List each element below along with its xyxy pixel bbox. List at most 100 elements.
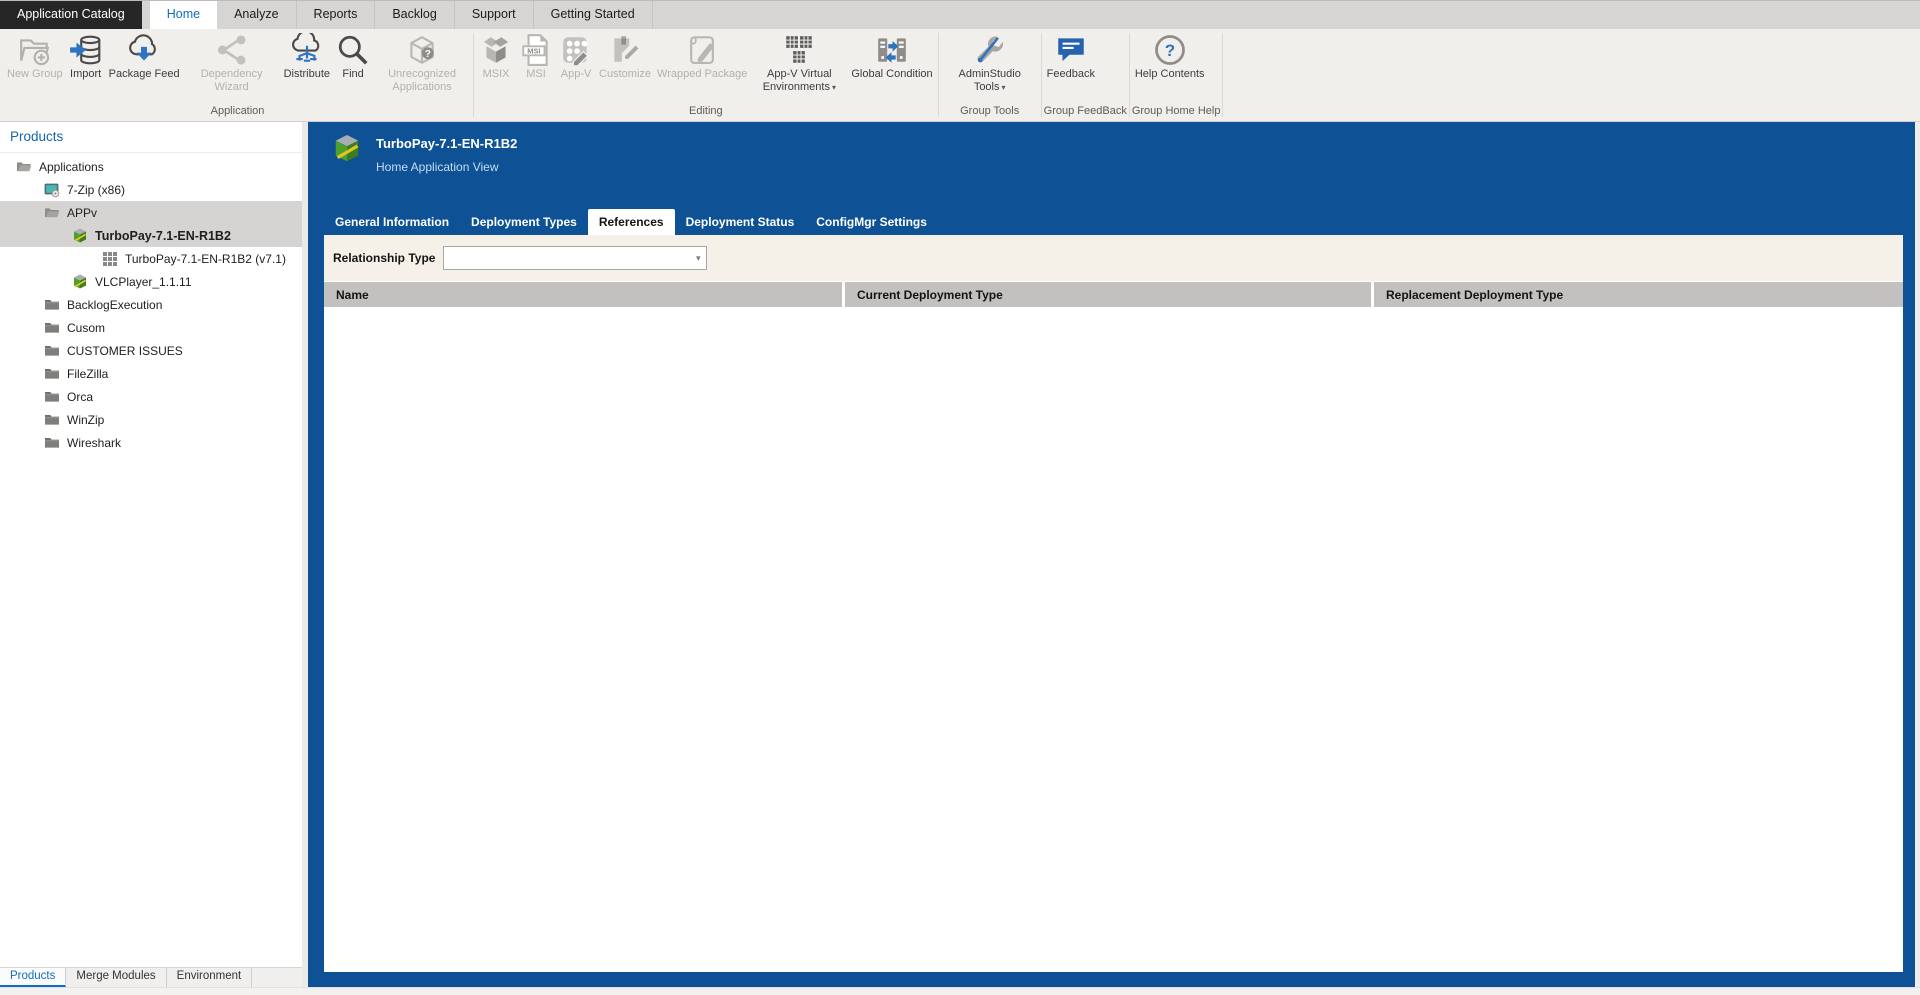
ribbon-button-feedback[interactable]: Feedback [1044,32,1098,81]
ribbon-group-group-feedback: FeedbackGroup FeedBack [1044,29,1127,121]
folder-closed-icon [44,343,60,359]
wrapped-package-icon [685,33,719,67]
view-tab-configmgr-settings[interactable]: ConfigMgr Settings [805,209,938,235]
tree-item-label: Orca [67,390,93,404]
tree-item-backlogexecution[interactable]: BacklogExecution [0,293,302,316]
view-tab-references[interactable]: References [588,209,675,235]
tree-item-label: TurboPay-7.1-EN-R1B2 (v7.1) [125,252,286,266]
menu-tab-bar: Application Catalog HomeAnalyzeReportsBac… [0,0,1920,29]
application-package-icon [332,134,362,164]
ribbon-group-separator [1129,33,1130,117]
tree-item-appv[interactable]: APPv [0,201,302,224]
ribbon-button-find[interactable]: Find [333,32,373,81]
ribbon-button-new-group: New Group [4,32,66,81]
ribbon-button-label: Unrecognized Applications [388,68,456,93]
ribbon-group-label: Group Home Help [1132,103,1221,121]
ribbon-button-app-v-virtual-environments[interactable]: App-V Virtual Environments▾ [750,32,848,94]
ribbon-button-package-feed[interactable]: Package Feed [106,32,183,81]
ribbon-group-separator [1222,33,1223,117]
ribbon-button-label: Wrapped Package [657,68,747,80]
menu-tab-support[interactable]: Support [455,1,534,29]
chevron-down-icon[interactable]: ▾ [696,253,707,264]
tree-item-vlcplayer-1-1-11[interactable]: VLCPlayer_1.1.11 [0,270,302,293]
tree-item-filezilla[interactable]: FileZilla [0,362,302,385]
tree-item-orca[interactable]: Orca [0,385,302,408]
folder-closed-icon [44,412,60,428]
grid-tiles-icon [102,251,118,267]
ribbon-group-label: Editing [476,103,936,121]
folder-open-icon [16,159,32,175]
ribbon-button-label: MSIX [483,68,510,80]
ribbon-button-label: Find [342,68,363,80]
ribbon-button-label: Global Condition [851,68,932,80]
relationship-type-combobox[interactable]: ▾ [443,246,707,270]
folder-closed-icon [44,389,60,405]
tree-item-cusom[interactable]: Cusom [0,316,302,339]
menu-tab-home[interactable]: Home [150,1,217,29]
ribbon-button-label: App-V [561,68,592,80]
unrecognized-applications-icon: ? [405,33,439,67]
ribbon-button-label: Import [70,68,101,80]
column-header-name[interactable]: Name [324,282,842,307]
ribbon-button-label: Customize [599,68,651,80]
ribbon-button-label: Package Feed [109,68,180,80]
status-bar [0,987,1920,995]
tree-item-turbopay-7-1-en-r1b2-v7-1[interactable]: TurboPay-7.1-EN-R1B2 (v7.1) [0,247,302,270]
view-tab-deployment-types[interactable]: Deployment Types [460,209,588,235]
ribbon-button-help-contents[interactable]: ?Help Contents [1132,32,1208,81]
column-header-current-deployment-type[interactable]: Current Deployment Type [845,282,1371,307]
products-sidebar: Products Applications 7-Zip (x86) APPv Turb… [0,122,302,987]
ribbon-group-separator [938,33,939,117]
tree-item-turbopay-7-1-en-r1b2[interactable]: TurboPay-7.1-EN-R1B2 [0,224,302,247]
relationship-type-label: Relationship Type [333,251,435,265]
references-table-body [324,307,1903,972]
package-green-icon [72,274,88,290]
bottom-tab-merge-modules[interactable]: Merge Modules [66,968,166,987]
ribbon-group-separator [1041,33,1042,117]
application-view-tabs: General InformationDeployment TypesRefer… [324,208,1903,235]
bottom-tab-products[interactable]: Products [0,968,66,987]
sidebar-title: Products [0,122,302,153]
ribbon-button-distribute[interactable]: Distribute [281,32,333,81]
folder-closed-icon [44,435,60,451]
msi-document-icon: MSI [519,33,553,67]
ribbon: New Group Import Package Feed Dependency Wi… [0,29,1920,122]
menu-tab-application-catalog[interactable]: Application Catalog [0,1,142,29]
ribbon-button-import[interactable]: Import [66,32,106,81]
ribbon-button-global-condition[interactable]: Global Condition [848,32,935,81]
relationship-type-row: Relationship Type ▾ [324,235,1903,281]
bottom-tab-environment[interactable]: Environment [167,968,253,987]
dropdown-caret-icon: ▾ [1002,83,1006,92]
tree-item-label: Applications [39,160,104,174]
tree-item-customer-issues[interactable]: CUSTOMER ISSUES [0,339,302,362]
ribbon-button-adminstudio-tools[interactable]: AdminStudio Tools▾ [941,32,1039,94]
view-tab-general-information[interactable]: General Information [324,209,460,235]
ribbon-button-app-v: App-V [556,32,596,81]
references-tab-content: Relationship Type ▾ NameCurrent Deployme… [324,235,1903,972]
menu-tab-getting-started[interactable]: Getting Started [534,1,653,29]
adminstudio-tools-icon [973,33,1007,67]
column-header-replacement-deployment-type[interactable]: Replacement Deployment Type [1374,282,1903,307]
menu-tab-reports[interactable]: Reports [297,1,376,29]
tree-item-7-zip-x86[interactable]: 7-Zip (x86) [0,178,302,201]
tree-item-label: CUSTOMER ISSUES [67,344,183,358]
tree-item-label: WinZip [67,413,104,427]
products-tree: Applications 7-Zip (x86) APPv TurboPay-7.1-… [0,153,302,967]
application-view-header: TurboPay-7.1-EN-R1B2 Home Application Vi… [324,122,1903,208]
folder-closed-icon [44,320,60,336]
msix-box-icon [479,33,513,67]
view-tab-deployment-status[interactable]: Deployment Status [675,209,806,235]
tree-item-wireshark[interactable]: Wireshark [0,431,302,454]
workspace: Products Applications 7-Zip (x86) APPv Turb… [0,122,1920,987]
ribbon-group-label: Group Tools [941,103,1039,121]
dependency-wizard-icon [215,33,249,67]
ribbon-button-label: Help Contents [1135,68,1205,80]
menu-tab-analyze[interactable]: Analyze [217,1,296,29]
ribbon-button-label: Dependency Wizard [201,68,263,93]
tree-item-label: Wireshark [67,436,121,450]
menu-tab-backlog[interactable]: Backlog [375,1,454,29]
tree-item-applications[interactable]: Applications [0,155,302,178]
ribbon-group-application: New Group Import Package Feed Dependency Wi… [4,29,471,121]
tree-item-label: APPv [67,206,97,220]
tree-item-winzip[interactable]: WinZip [0,408,302,431]
